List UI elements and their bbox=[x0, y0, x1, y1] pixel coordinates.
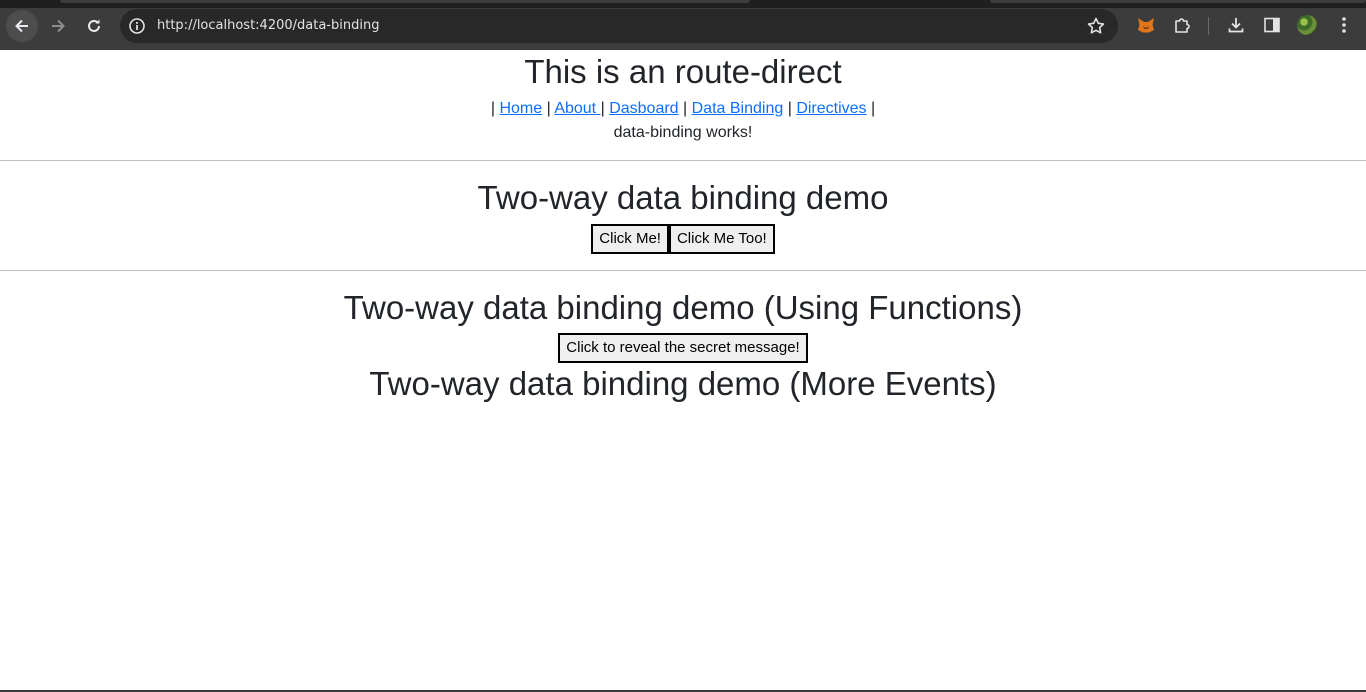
puzzle-icon[interactable] bbox=[1172, 15, 1192, 35]
divider bbox=[0, 270, 1366, 271]
toolbar-divider bbox=[1208, 17, 1209, 35]
page-content: This is an route-direct | Home | About |… bbox=[0, 50, 1366, 692]
kebab-menu-icon[interactable] bbox=[1334, 15, 1354, 35]
info-icon[interactable] bbox=[128, 17, 146, 35]
nav-separator: | bbox=[600, 100, 605, 117]
nav-separator: | bbox=[546, 100, 551, 117]
section-title-using-functions: Two-way data binding demo (Using Functio… bbox=[343, 289, 1023, 326]
tab-active-edge bbox=[60, 0, 750, 3]
nav-link-about[interactable]: About bbox=[554, 100, 600, 117]
side-panel-icon[interactable] bbox=[1262, 15, 1282, 35]
arrow-right-icon bbox=[52, 19, 65, 33]
star-icon[interactable] bbox=[1086, 16, 1106, 36]
browser-toolbar: http://localhost:4200/data-binding bbox=[0, 0, 1366, 50]
reload-icon bbox=[88, 19, 100, 32]
nav-separator: | bbox=[787, 100, 792, 117]
url-text[interactable]: http://localhost:4200/data-binding bbox=[157, 17, 379, 35]
site-title: This is an route-direct bbox=[524, 53, 842, 90]
forward-button[interactable] bbox=[42, 10, 74, 42]
component-status-text: data-binding works! bbox=[613, 124, 753, 141]
button-group: Click Me! Click Me Too! bbox=[0, 224, 1366, 254]
nav-separator: | bbox=[490, 100, 495, 117]
avatar[interactable] bbox=[1297, 15, 1317, 35]
main-nav: | Home | About | Dasboard | Data Binding… bbox=[0, 97, 1366, 121]
button-group: Click to reveal the secret message! bbox=[0, 333, 1366, 363]
arrow-left-icon bbox=[15, 19, 28, 33]
address-bar[interactable]: http://localhost:4200/data-binding bbox=[120, 9, 1118, 43]
fox-extension-icon[interactable] bbox=[1136, 15, 1156, 35]
section-title-two-way-binding: Two-way data binding demo bbox=[477, 179, 889, 216]
download-icon[interactable] bbox=[1226, 15, 1246, 35]
nav-separator: | bbox=[871, 100, 876, 117]
nav-link-data-binding[interactable]: Data Binding bbox=[692, 100, 784, 117]
tab-strip bbox=[0, 0, 1366, 8]
nav-link-home[interactable]: Home bbox=[499, 100, 542, 117]
section-title-more-events: Two-way data binding demo (More Events) bbox=[369, 365, 997, 402]
back-button[interactable] bbox=[6, 10, 38, 42]
divider bbox=[0, 160, 1366, 161]
tab-edge bbox=[990, 0, 1366, 3]
reveal-secret-button[interactable]: Click to reveal the secret message! bbox=[558, 333, 808, 363]
nav-separator: | bbox=[683, 100, 688, 117]
nav-link-directives[interactable]: Directives bbox=[796, 100, 866, 117]
click-me-too-button[interactable]: Click Me Too! bbox=[668, 224, 775, 254]
click-me-button[interactable]: Click Me! bbox=[591, 224, 669, 254]
reload-button[interactable] bbox=[78, 10, 110, 42]
nav-link-dashboard[interactable]: Dasboard bbox=[609, 100, 678, 117]
